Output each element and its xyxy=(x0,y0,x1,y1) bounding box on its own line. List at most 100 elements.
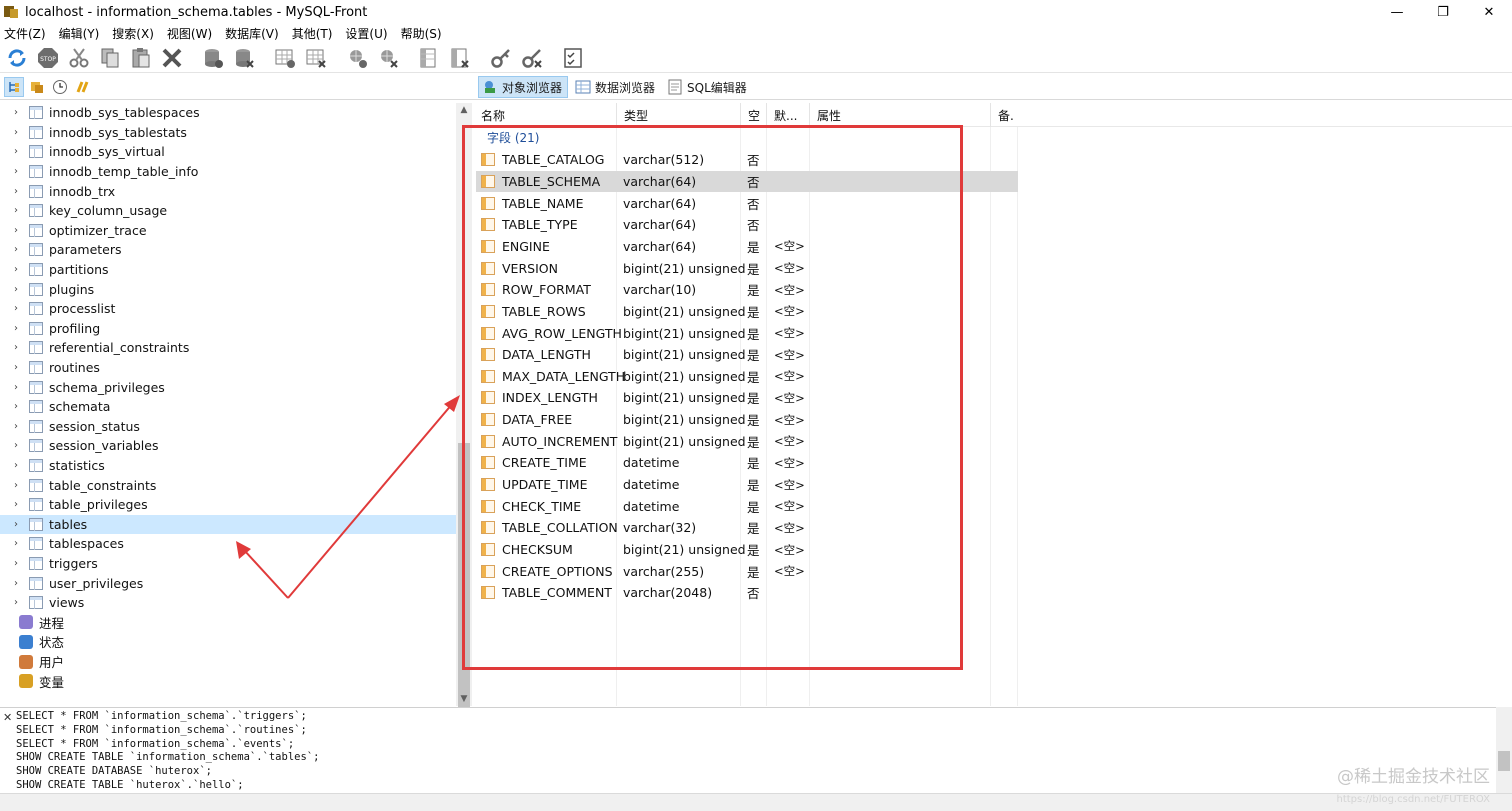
column-header-default[interactable]: 默... xyxy=(767,103,810,127)
tree-item-table[interactable]: › innodb_trx xyxy=(0,181,456,201)
expand-chevron-icon[interactable]: › xyxy=(14,323,24,334)
user-add-icon[interactable] xyxy=(344,45,369,70)
maximize-button[interactable]: ❐ xyxy=(1420,0,1466,24)
tree-item-table[interactable]: › tables xyxy=(0,514,456,535)
favorites-icon[interactable] xyxy=(73,77,93,97)
table-delete-icon[interactable] xyxy=(303,45,328,70)
tree-item-table[interactable]: › optimizer_trace xyxy=(0,221,456,241)
expand-chevron-icon[interactable]: › xyxy=(14,538,24,549)
tree-scroll-down-icon[interactable]: ▼ xyxy=(456,692,472,706)
tree-item-table[interactable]: › schema_privileges xyxy=(0,377,456,397)
column-add-icon[interactable] xyxy=(416,45,441,70)
tree-item-table[interactable]: › partitions xyxy=(0,260,456,280)
tree-item-table[interactable]: › innodb_sys_tablespaces xyxy=(0,103,456,123)
user-delete-icon[interactable] xyxy=(375,45,400,70)
menu-database[interactable]: 数据库(V) xyxy=(225,25,279,42)
expand-chevron-icon[interactable]: › xyxy=(14,127,24,138)
menu-edit[interactable]: 编辑(Y) xyxy=(59,25,100,42)
expand-chevron-icon[interactable]: › xyxy=(14,225,24,236)
expand-chevron-icon[interactable]: › xyxy=(14,382,24,393)
close-window-button[interactable]: ✕ xyxy=(1466,0,1512,24)
expand-chevron-icon[interactable]: › xyxy=(14,284,24,295)
tree-item-table[interactable]: › innodb_sys_tablestats xyxy=(0,123,456,143)
database-delete-icon[interactable] xyxy=(231,45,256,70)
column-delete-icon[interactable] xyxy=(447,45,472,70)
tree-item-process[interactable]: 进程 xyxy=(0,613,456,633)
expand-chevron-icon[interactable]: › xyxy=(14,421,24,432)
tree-item-table[interactable]: › session_status xyxy=(0,417,456,437)
expand-chevron-icon[interactable]: › xyxy=(14,499,24,510)
tab-sql-editor[interactable]: SQL编辑器 xyxy=(664,76,752,98)
stop-icon[interactable]: STOP xyxy=(35,45,60,70)
sql-log-scroll-thumb[interactable] xyxy=(1498,751,1510,771)
tree-item-variables[interactable]: 变量 xyxy=(0,671,456,691)
tree-item-table[interactable]: › table_constraints xyxy=(0,475,456,495)
column-header-name[interactable]: 名称 xyxy=(474,103,617,127)
expand-chevron-icon[interactable]: › xyxy=(14,342,24,353)
expand-chevron-icon[interactable]: › xyxy=(14,440,24,451)
tree-item-table[interactable]: › session_variables xyxy=(0,436,456,456)
expand-chevron-icon[interactable]: › xyxy=(14,401,24,412)
menu-view[interactable]: 视图(W) xyxy=(167,25,212,42)
copy-icon[interactable] xyxy=(97,45,122,70)
tab-data-browser[interactable]: 数据浏览器 xyxy=(572,76,660,98)
tree-item-table[interactable]: › tablespaces xyxy=(0,534,456,554)
tree-item-table[interactable]: › profiling xyxy=(0,319,456,339)
refresh-icon[interactable] xyxy=(4,45,29,70)
expand-chevron-icon[interactable]: › xyxy=(14,480,24,491)
tree-item-table[interactable]: › referential_constraints xyxy=(0,338,456,358)
expand-chevron-icon[interactable]: › xyxy=(14,166,24,177)
close-log-icon[interactable]: ✕ xyxy=(3,711,12,724)
tree-item-table[interactable]: › triggers xyxy=(0,554,456,574)
database-add-icon[interactable] xyxy=(200,45,225,70)
tree-scroll-up-icon[interactable]: ▲ xyxy=(456,103,472,117)
expand-chevron-icon[interactable]: › xyxy=(14,460,24,471)
expand-chevron-icon[interactable]: › xyxy=(14,107,24,118)
tree-item-table[interactable]: › innodb_temp_table_info xyxy=(0,162,456,182)
navigator-tree-icon[interactable] xyxy=(4,77,24,97)
tree-item-table[interactable]: › key_column_usage xyxy=(0,201,456,221)
key-icon[interactable] xyxy=(488,45,513,70)
expand-chevron-icon[interactable]: › xyxy=(14,146,24,157)
tree-item-table[interactable]: › innodb_sys_virtual xyxy=(0,142,456,162)
minimize-button[interactable]: — xyxy=(1374,0,1420,24)
tree-item-table[interactable]: › routines xyxy=(0,358,456,378)
tree-item-table[interactable]: › processlist xyxy=(0,299,456,319)
column-header-type[interactable]: 类型 xyxy=(617,103,741,127)
tree-item-table[interactable]: › plugins xyxy=(0,279,456,299)
expand-chevron-icon[interactable]: › xyxy=(14,558,24,569)
history-icon[interactable] xyxy=(50,77,70,97)
expand-chevron-icon[interactable]: › xyxy=(14,578,24,589)
tree-item-table[interactable]: › table_privileges xyxy=(0,495,456,515)
cut-icon[interactable] xyxy=(66,45,91,70)
expand-chevron-icon[interactable]: › xyxy=(14,244,24,255)
table-add-icon[interactable] xyxy=(272,45,297,70)
tree-item-users[interactable]: 用户 xyxy=(0,652,456,672)
menu-file[interactable]: 文件(Z) xyxy=(4,25,46,42)
column-header-null[interactable]: 空 xyxy=(741,103,767,127)
tree-item-table[interactable]: › views xyxy=(0,593,456,613)
column-header-attributes[interactable]: 属性 xyxy=(810,103,991,127)
expand-chevron-icon[interactable]: › xyxy=(14,362,24,373)
sql-log-scrollbar[interactable] xyxy=(1496,707,1512,793)
menu-other[interactable]: 其他(T) xyxy=(292,25,333,42)
menu-search[interactable]: 搜索(X) xyxy=(112,25,154,42)
expand-chevron-icon[interactable]: › xyxy=(14,205,24,216)
paste-icon[interactable] xyxy=(128,45,153,70)
checklist-icon[interactable] xyxy=(560,45,585,70)
menu-settings[interactable]: 设置(U) xyxy=(345,25,387,42)
expand-chevron-icon[interactable]: › xyxy=(14,186,24,197)
tree-item-status[interactable]: 状态 xyxy=(0,632,456,652)
expand-chevron-icon[interactable]: › xyxy=(14,303,24,314)
column-header-comment[interactable]: 备. xyxy=(991,103,1019,127)
bookmarks-icon[interactable] xyxy=(27,77,47,97)
expand-chevron-icon[interactable]: › xyxy=(14,597,24,608)
expand-chevron-icon[interactable]: › xyxy=(14,264,24,275)
key-delete-icon[interactable] xyxy=(519,45,544,70)
delete-icon[interactable] xyxy=(159,45,184,70)
tree-item-table[interactable]: › statistics xyxy=(0,456,456,476)
tree-item-table[interactable]: › schemata xyxy=(0,397,456,417)
menu-help[interactable]: 帮助(S) xyxy=(401,25,442,42)
expand-chevron-icon[interactable]: › xyxy=(14,519,24,530)
tree-item-table[interactable]: › parameters xyxy=(0,240,456,260)
